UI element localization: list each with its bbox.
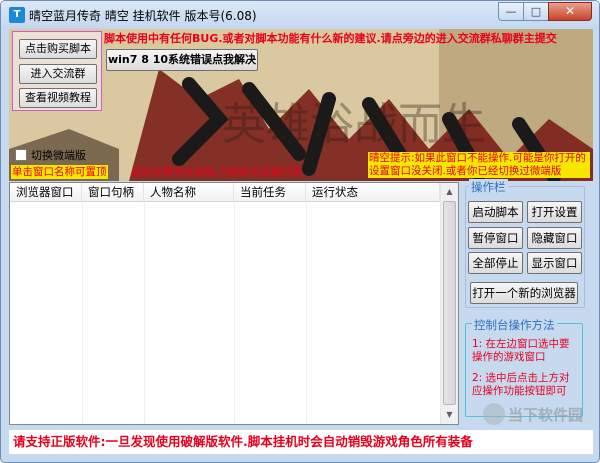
column-header-browser-window[interactable]: 浏览器窗口 [10, 183, 82, 202]
join-group-button[interactable]: 进入交流群 [19, 64, 97, 84]
close-button[interactable]: ✕ [548, 2, 592, 21]
checkbox-icon[interactable] [15, 149, 27, 161]
open-new-browser-button[interactable]: 打开一个新的浏览器 [470, 282, 578, 304]
column-header-character-name[interactable]: 人物名称 [144, 183, 234, 202]
video-tutorial-button[interactable]: 查看视频教程 [19, 88, 97, 108]
main-window: T 晴空蓝月传奇 晴空 挂机软件 版本号(6.08) — □ ✕ 英雄浴战而生 … [0, 0, 600, 463]
operations-group-title: 操作栏 [469, 179, 508, 195]
scroll-down-arrow-icon[interactable]: ▼ [441, 406, 458, 423]
watermark-text: 当下软件园 [508, 406, 584, 424]
stop-all-button[interactable]: 全部停止 [468, 252, 523, 274]
maximize-button[interactable]: □ [523, 2, 549, 21]
operation-tip: 晴空提示:如果此窗口不能操作.可能是你打开的设置窗口没关闭.或者你已经切换过微端… [368, 152, 590, 178]
column-divider [82, 202, 83, 424]
table-header: 浏览器窗口 窗口句柄 人物名称 当前任务 运行状态 [10, 183, 440, 202]
column-divider [306, 202, 307, 424]
help-step-2: 2: 选中后点击上方对应操作功能按钮即可 [472, 372, 570, 397]
window-title: 晴空蓝月传奇 晴空 挂机软件 版本号(6.08) [29, 9, 257, 23]
column-header-run-status[interactable]: 运行状态 [306, 183, 440, 202]
help-step-1: 1: 在左边窗口选中要操作的游戏窗口 [472, 338, 570, 363]
start-script-button[interactable]: 启动脚本 [468, 201, 523, 223]
open-settings-button[interactable]: 打开设置 [527, 201, 582, 223]
app-icon: T [9, 7, 25, 23]
show-window-button[interactable]: 显示窗口 [527, 252, 582, 274]
promo-banner: 英雄浴战而生 点击购买脚本 进入交流群 查看视频教程 脚本使用中有任何BUG.或… [9, 29, 593, 181]
minimize-icon: — [505, 5, 517, 18]
column-divider [234, 202, 235, 424]
micro-client-toggle[interactable]: 切换微端版 [15, 148, 86, 163]
title-bar[interactable]: T 晴空蓝月传奇 晴空 挂机软件 版本号(6.08) — □ ✕ [1, 1, 599, 29]
console-help-title: 控制台操作方法 [472, 317, 557, 333]
pin-window-hint: 单击窗口名称可置顶 [11, 165, 108, 179]
hide-window-button[interactable]: 隐藏窗口 [527, 227, 582, 249]
scrollbar-thumb[interactable] [443, 201, 456, 405]
pause-window-button[interactable]: 暂停窗口 [468, 227, 523, 249]
minimize-button[interactable]: — [498, 2, 524, 21]
browser-window-table[interactable]: 浏览器窗口 窗口句柄 人物名称 当前任务 运行状态 ▲ ▼ [9, 182, 459, 425]
buy-script-button[interactable]: 点击购买脚本 [19, 39, 97, 59]
micro-client-label: 切换微端版 [31, 149, 86, 162]
banner-art-title: 英雄浴战而生 [222, 99, 486, 150]
column-header-current-task[interactable]: 当前任务 [234, 183, 306, 202]
bug-report-notice: 脚本使用中有任何BUG.或者对脚本功能有什么新的建议.请点旁边的进入交流群私聊群… [104, 32, 557, 45]
action-button-group: 点击购买脚本 进入交流群 查看视频教程 [12, 31, 102, 111]
column-header-window-handle[interactable]: 窗口句柄 [82, 183, 144, 202]
column-divider [144, 202, 145, 424]
win-error-fix-button[interactable]: win7 8 10系统错误点我解决 [106, 49, 258, 71]
watermark-logo-icon [483, 403, 505, 425]
table-vertical-scrollbar[interactable]: ▲ ▼ [440, 183, 458, 424]
watermark: 当下软件园 [483, 401, 593, 427]
footer-bar: 请支持正版软件:一旦发现使用破解版软件.脚本挂机时会自动销毁游戏角色所有装备 [9, 430, 593, 454]
anti-piracy-notice: 请支持正版软件:一旦发现使用破解版软件.脚本挂机时会自动销毁游戏角色所有装备 [13, 434, 473, 449]
scroll-up-arrow-icon[interactable]: ▲ [441, 183, 458, 200]
refresh-list-hint: 鼠标左键单击表格.可刷新浏览器列表 [131, 166, 303, 178]
close-icon: ✕ [564, 4, 576, 18]
maximize-icon: □ [530, 5, 542, 18]
